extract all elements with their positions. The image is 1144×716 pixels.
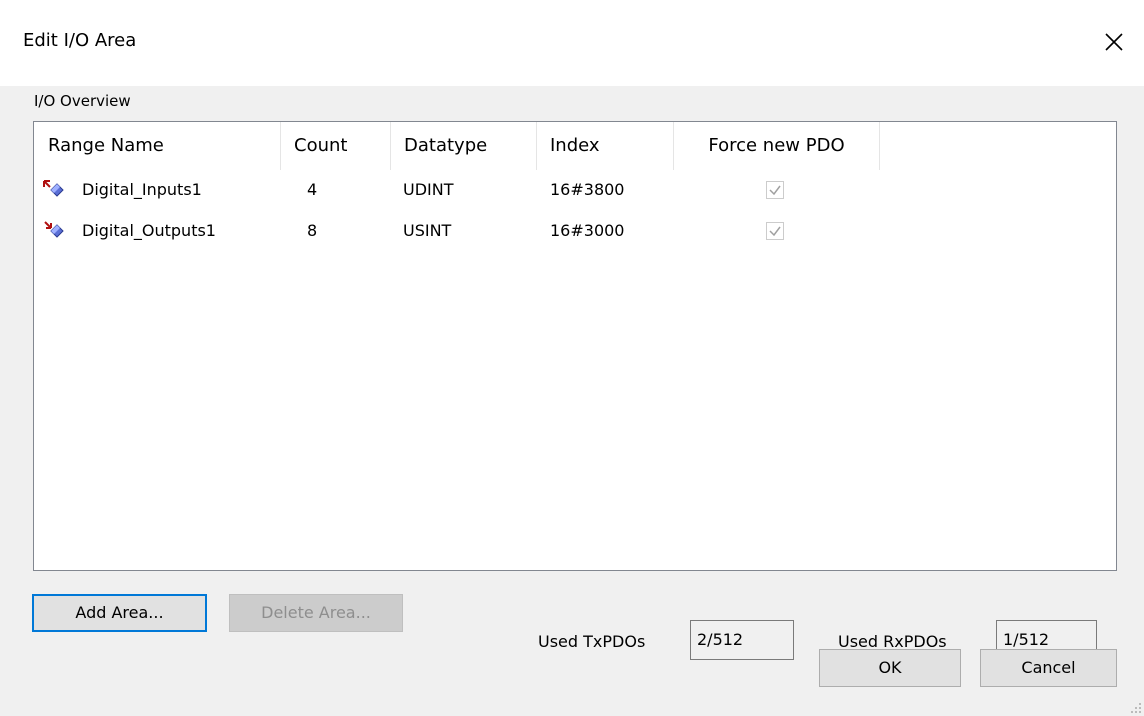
input-range-icon <box>43 180 64 197</box>
count: 8 <box>307 221 318 240</box>
used-txpdos-label: Used TxPDOs <box>538 632 646 651</box>
index: 16#3800 <box>550 180 625 199</box>
cancel-button[interactable]: Cancel <box>980 649 1117 687</box>
close-icon <box>1105 33 1123 51</box>
index: 16#3000 <box>550 221 625 240</box>
checkmark-icon <box>769 185 781 196</box>
column-header-index[interactable]: Index <box>537 122 674 170</box>
checkmark-icon <box>769 226 781 237</box>
datatype: USINT <box>403 221 452 240</box>
ok-button[interactable]: OK <box>819 649 961 687</box>
force-new-pdo-checkbox <box>766 181 784 199</box>
close-button[interactable] <box>1094 22 1134 62</box>
io-overview-list[interactable]: Range Name Count Datatype Index Force ne… <box>33 121 1117 571</box>
column-header-count[interactable]: Count <box>281 122 391 170</box>
used-txpdos-field[interactable]: 2/512 <box>690 620 794 660</box>
title-bar: Edit I/O Area <box>0 0 1144 86</box>
table-row[interactable]: Digital_Inputs1 4 UDINT 16#3800 <box>34 172 1116 208</box>
range-name: Digital_Outputs1 <box>82 221 216 240</box>
dialog-title: Edit I/O Area <box>23 30 137 51</box>
column-header-force-new-pdo[interactable]: Force new PDO <box>674 122 880 170</box>
delete-area-button: Delete Area... <box>229 594 403 632</box>
list-header: Range Name Count Datatype Index Force ne… <box>34 122 1116 170</box>
resize-grip-icon[interactable] <box>1130 702 1142 714</box>
output-range-icon <box>44 221 64 238</box>
range-name: Digital_Inputs1 <box>82 180 202 199</box>
force-new-pdo-checkbox <box>766 222 784 240</box>
column-header-datatype[interactable]: Datatype <box>391 122 537 170</box>
count: 4 <box>307 180 318 199</box>
io-overview-label: I/O Overview <box>34 92 131 110</box>
datatype: UDINT <box>403 180 454 199</box>
table-row[interactable]: Digital_Outputs1 8 USINT 16#3000 <box>34 213 1116 249</box>
column-header-range-name[interactable]: Range Name <box>34 122 281 170</box>
add-area-button[interactable]: Add Area... <box>32 594 207 632</box>
